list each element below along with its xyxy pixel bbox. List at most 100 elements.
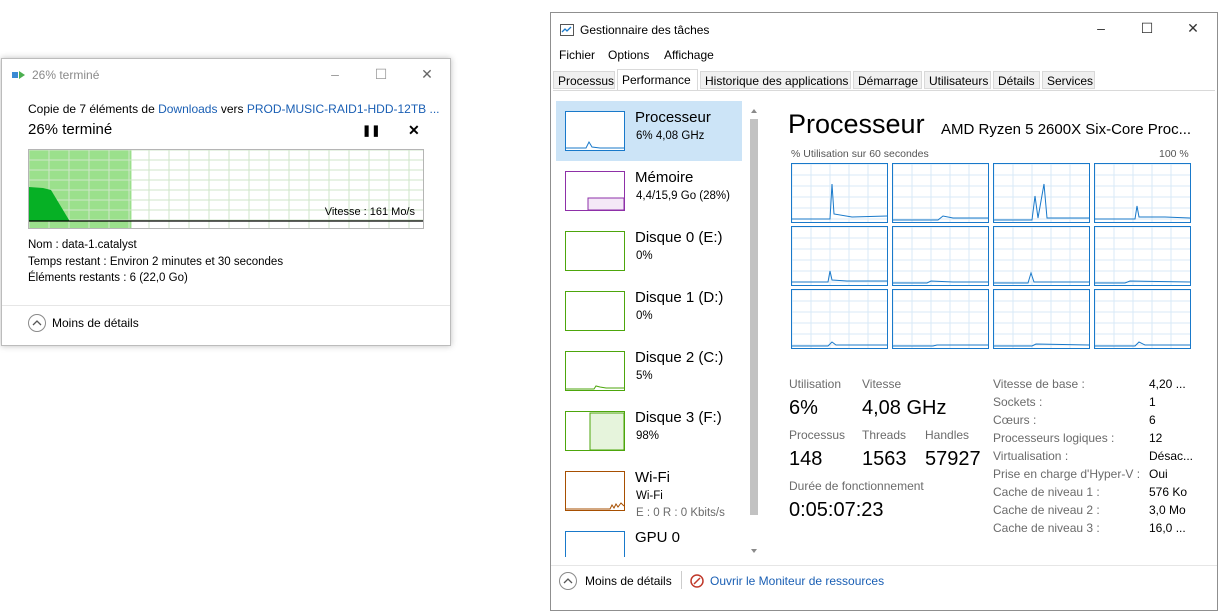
name-label: Nom : bbox=[28, 239, 59, 251]
resource-monitor-link[interactable]: Ouvrir le Moniteur de ressources bbox=[710, 574, 884, 588]
resource-item-1[interactable]: Mémoire 4,4/15,9 Go (28%) bbox=[556, 161, 742, 221]
resource-list-scrollbar[interactable] bbox=[748, 105, 760, 557]
resource-item-5[interactable]: Disque 3 (F:) 98% bbox=[556, 401, 742, 461]
resource-thumbnail bbox=[565, 231, 625, 271]
detail-value: Oui bbox=[1149, 467, 1168, 481]
resource-item-6[interactable]: Wi-Fi Wi-Fi E : 0 R : 0 Kbits/s bbox=[556, 461, 742, 521]
tab-underline bbox=[553, 90, 1215, 91]
tab-details[interactable]: Détails bbox=[993, 71, 1040, 89]
less-details-button[interactable]: Moins de détails bbox=[559, 572, 679, 592]
detail-value: 4,20 ... bbox=[1149, 377, 1186, 391]
logical-processor-graph bbox=[1094, 289, 1191, 349]
threads-label: Threads bbox=[862, 428, 907, 442]
resource-item-4[interactable]: Disque 2 (C:) 5% bbox=[556, 341, 742, 401]
file-copy-dialog: 26% terminé – ☐ ✕ Copie de 7 éléments de… bbox=[1, 58, 451, 346]
tab-performance[interactable]: Performance bbox=[617, 69, 698, 91]
resource-sub: Wi-Fi bbox=[636, 490, 663, 502]
minimize-button[interactable]: – bbox=[312, 59, 358, 89]
resource-thumbnail bbox=[565, 111, 625, 151]
logical-processor-graph bbox=[892, 163, 989, 223]
copy-progress-icon bbox=[12, 69, 28, 79]
logical-processor-graph bbox=[791, 163, 888, 223]
copy-description: Copie de 7 éléments de Downloads vers PR… bbox=[28, 102, 440, 116]
maximize-button[interactable]: ☐ bbox=[1124, 13, 1170, 43]
less-details-label: Moins de détails bbox=[52, 316, 139, 330]
tab-bar: Processus Performance Historique des app… bbox=[553, 69, 1215, 91]
detail-value: 1 bbox=[1149, 395, 1156, 409]
resource-thumbnail bbox=[565, 471, 625, 511]
logical-processor-graph bbox=[892, 226, 989, 286]
maximize-button[interactable]: ☐ bbox=[358, 59, 404, 89]
resource-name: Disque 1 (D:) bbox=[635, 289, 724, 306]
resource-sparkline bbox=[566, 385, 624, 390]
task-manager-icon bbox=[560, 24, 574, 36]
resource-name: GPU 0 bbox=[635, 529, 681, 546]
resource-monitor-icon bbox=[690, 574, 704, 591]
resource-sparkline bbox=[566, 292, 624, 330]
time-row: Temps restant : Environ 2 minutes et 30 … bbox=[28, 256, 283, 268]
resource-name: Disque 3 (F:) bbox=[635, 409, 722, 426]
resource-sub: 0% bbox=[636, 250, 653, 262]
transfer-speed-graph: Vitesse : 161 Mo/s bbox=[28, 149, 424, 229]
close-button[interactable]: ✕ bbox=[404, 59, 450, 89]
time-value: Environ 2 minutes et 30 secondes bbox=[109, 256, 284, 268]
logical-processor-graph bbox=[993, 226, 1090, 286]
resource-item-3[interactable]: Disque 1 (D:) 0% bbox=[556, 281, 742, 341]
resource-sparkline bbox=[566, 502, 624, 510]
chevron-up-icon bbox=[28, 314, 46, 332]
less-details-button[interactable]: Moins de détails bbox=[28, 314, 178, 334]
detail-label: Virtualisation : bbox=[993, 449, 1069, 463]
name-value: data-1.catalyst bbox=[61, 239, 137, 251]
minimize-button[interactable]: – bbox=[1078, 13, 1124, 43]
resource-item-7[interactable]: GPU 0 bbox=[556, 521, 742, 557]
detail-label: Cœurs : bbox=[993, 413, 1037, 427]
menu-options[interactable]: Options bbox=[608, 48, 649, 62]
less-details-label: Moins de détails bbox=[585, 574, 672, 588]
resource-name: Mémoire bbox=[635, 169, 694, 186]
uptime-label: Durée de fonctionnement bbox=[789, 479, 924, 493]
logical-processor-graph bbox=[791, 226, 888, 286]
menu-fichier[interactable]: Fichier bbox=[559, 48, 595, 62]
close-button[interactable]: ✕ bbox=[1170, 13, 1216, 43]
detail-label: Prise en charge d'Hyper-V : bbox=[993, 467, 1141, 481]
menu-affichage[interactable]: Affichage bbox=[664, 48, 714, 62]
pause-button[interactable]: ❚❚ bbox=[362, 124, 380, 137]
resource-sparkline bbox=[587, 197, 624, 210]
resource-sub: 4,4/15,9 Go (28%) bbox=[636, 190, 730, 202]
tab-services[interactable]: Services bbox=[1042, 71, 1095, 89]
vitesse-value: 4,08 GHz bbox=[862, 397, 947, 419]
threads-value: 1563 bbox=[862, 448, 907, 470]
logical-processor-graph bbox=[993, 163, 1090, 223]
logical-processor-graph bbox=[892, 289, 989, 349]
source-link[interactable]: Downloads bbox=[158, 102, 217, 116]
tab-utilisateurs[interactable]: Utilisateurs bbox=[924, 71, 991, 89]
detail-value: Désac... bbox=[1149, 449, 1194, 463]
tab-demarrage[interactable]: Démarrage bbox=[853, 71, 922, 89]
cancel-copy-button[interactable]: ✕ bbox=[408, 122, 420, 139]
detail-value: 576 Ko bbox=[1149, 485, 1188, 499]
detail-label: Processeurs logiques : bbox=[993, 431, 1115, 445]
cpu-heading: Processeur bbox=[788, 109, 925, 139]
copy-middle-text: vers bbox=[220, 102, 244, 116]
task-manager-window: Gestionnaire des tâches – ☐ ✕ Fichier Op… bbox=[550, 12, 1218, 611]
detail-value: 12 bbox=[1149, 431, 1163, 445]
resource-sub: 6% 4,08 GHz bbox=[636, 130, 705, 142]
detail-label: Cache de niveau 1 : bbox=[993, 485, 1100, 499]
resource-item-0[interactable]: Processeur 6% 4,08 GHz bbox=[556, 101, 742, 161]
tab-processus[interactable]: Processus bbox=[553, 71, 615, 89]
resource-thumbnail bbox=[565, 291, 625, 331]
copy-window-title: 26% terminé bbox=[32, 68, 100, 82]
window-title: Gestionnaire des tâches bbox=[580, 23, 710, 37]
name-row: Nom : data-1.catalyst bbox=[28, 239, 137, 251]
tab-historique[interactable]: Historique des applications bbox=[700, 71, 851, 89]
resource-sparkline bbox=[566, 532, 624, 557]
percent-complete: 26% terminé bbox=[28, 121, 113, 138]
resource-sub2: E : 0 R : 0 Kbits/s bbox=[636, 507, 725, 519]
speed-text: Vitesse : 161 Mo/s bbox=[324, 206, 415, 218]
vitesse-label: Vitesse bbox=[862, 377, 902, 391]
destination-link[interactable]: PROD-MUSIC-RAID1-HDD-12TB ... bbox=[247, 102, 440, 116]
resource-item-2[interactable]: Disque 0 (E:) 0% bbox=[556, 221, 742, 281]
logical-processor-graph bbox=[791, 289, 888, 349]
utilisation-value: 6% bbox=[789, 397, 818, 419]
logical-processor-graph bbox=[993, 289, 1090, 349]
